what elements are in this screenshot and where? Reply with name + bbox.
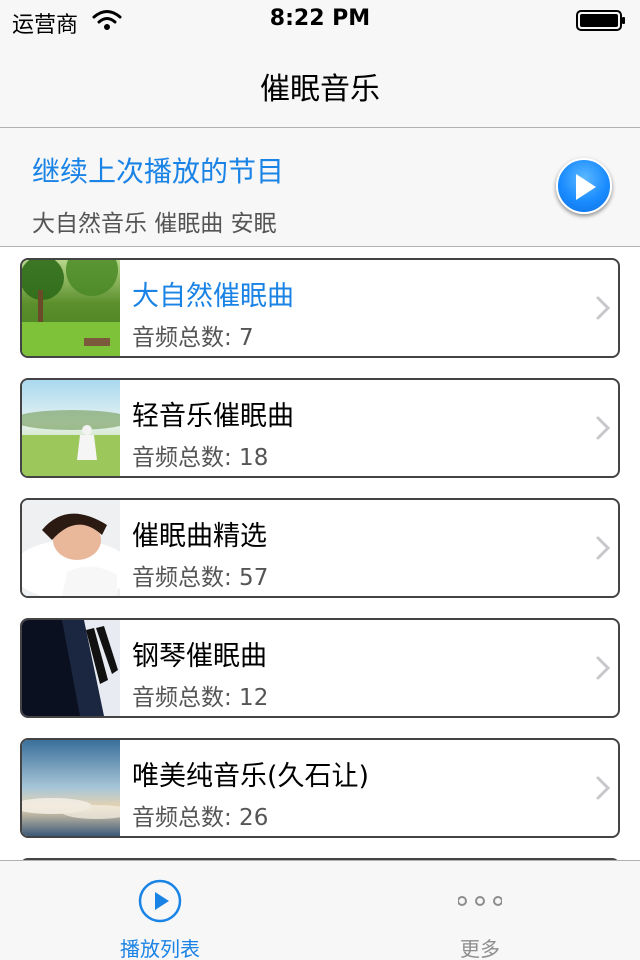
- playlist-title: 轻音乐催眠曲: [132, 401, 294, 432]
- playlist-count: 音频总数: 26: [132, 805, 269, 831]
- playlist-title: 大自然催眠曲: [132, 281, 294, 312]
- playlist-count: 音频总数: 18: [132, 445, 269, 471]
- playlist-thumbnail-light-music: [22, 380, 120, 476]
- playlist-title: 钢琴催眠曲: [132, 641, 267, 672]
- resume-title: 继续上次播放的节目: [32, 155, 285, 188]
- playlist-list[interactable]: 大自然催眠曲 音频总数: 7 轻音乐催眠曲 音频总数: 18 催眠曲精选 音频总…: [0, 248, 640, 860]
- resume-subtitle: 大自然音乐 催眠曲 安眠: [32, 211, 277, 237]
- playlist-title: 唯美纯音乐(久石让): [132, 761, 370, 792]
- chevron-right-icon: [596, 536, 610, 560]
- playlist-item-pure-music[interactable]: 唯美纯音乐(久石让) 音频总数: 26: [20, 738, 620, 838]
- more-dots-icon: [458, 896, 502, 906]
- playlist-thumbnail-sleeping-woman: [22, 500, 120, 596]
- page-title: 催眠音乐: [260, 72, 380, 107]
- status-time: 8:22 PM: [269, 6, 371, 31]
- chevron-right-icon: [596, 296, 610, 320]
- chevron-right-icon: [596, 776, 610, 800]
- resume-playback-row[interactable]: 继续上次播放的节目 大自然音乐 催眠曲 安眠: [0, 128, 640, 247]
- playlist-count: 音频总数: 12: [132, 685, 269, 711]
- play-icon: [576, 174, 596, 200]
- playlist-thumbnail-nature: [22, 260, 120, 356]
- playlist-count: 音频总数: 57: [132, 565, 269, 591]
- playlist-title: 催眠曲精选: [132, 521, 267, 552]
- status-bar: 运营商 8:22 PM: [0, 0, 640, 40]
- tab-label: 更多: [460, 937, 500, 960]
- playlist-item-lullaby-selection[interactable]: 催眠曲精选 音频总数: 57: [20, 498, 620, 598]
- tab-playlist[interactable]: 播放列表: [0, 861, 320, 960]
- playlist-item-light-music[interactable]: 轻音乐催眠曲 音频总数: 18: [20, 378, 620, 478]
- playlist-item-nature[interactable]: 大自然催眠曲 音频总数: 7: [20, 258, 620, 358]
- tab-label: 播放列表: [120, 937, 200, 960]
- tab-bar: 播放列表 更多: [0, 860, 640, 960]
- play-circle-icon: [138, 879, 182, 923]
- chevron-right-icon: [596, 416, 610, 440]
- tab-more[interactable]: 更多: [320, 861, 640, 960]
- playlist-thumbnail-piano: [22, 620, 120, 716]
- playlist-thumbnail-clouds: [22, 740, 120, 836]
- playlist-item-piano[interactable]: 钢琴催眠曲 音频总数: 12: [20, 618, 620, 718]
- resume-play-button[interactable]: [556, 158, 612, 214]
- navigation-bar: 催眠音乐: [0, 40, 640, 128]
- chevron-right-icon: [596, 656, 610, 680]
- playlist-count: 音频总数: 7: [132, 325, 254, 351]
- battery-icon: [576, 10, 625, 31]
